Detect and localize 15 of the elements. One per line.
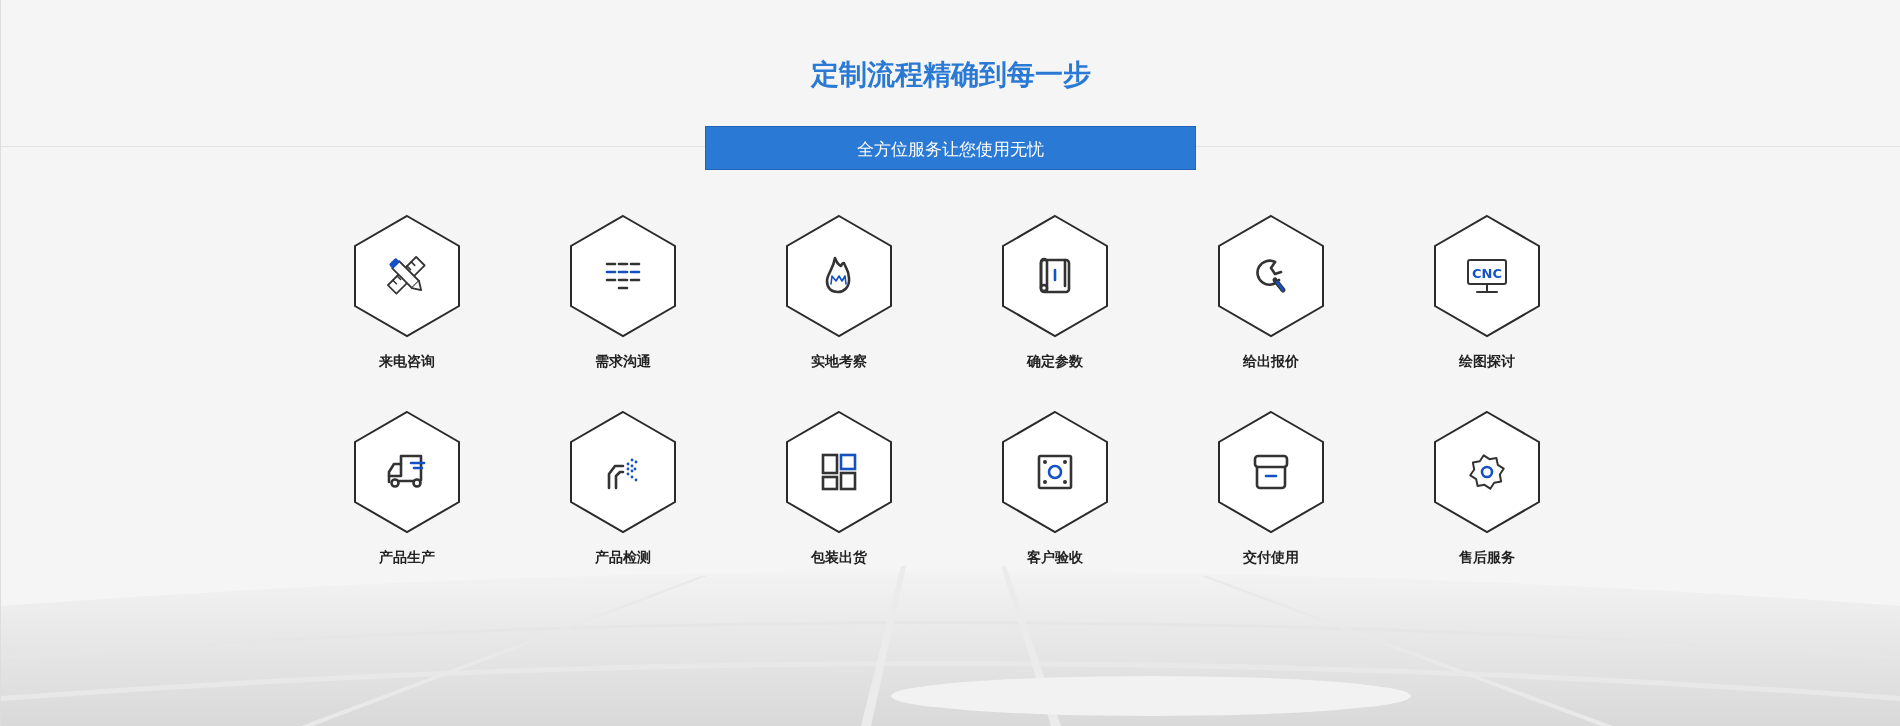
step-label: 售后服务	[1458, 548, 1515, 566]
step-label: 给出报价	[1242, 352, 1299, 370]
step-label: 交付使用	[1242, 548, 1299, 566]
step-label: 需求沟通	[594, 352, 651, 370]
step-label: 产品检测	[594, 548, 651, 566]
step-label: 实地考察	[810, 352, 867, 370]
step-label: 确定参数	[1026, 352, 1083, 370]
subtitle-banner: 全方位服务让您使用无忧	[705, 126, 1196, 170]
step-label: 来电咨询	[378, 352, 435, 370]
step-label: 包装出货	[810, 548, 867, 566]
monitor-text: CNC	[1471, 266, 1502, 281]
step-label: 绘图探讨	[1458, 352, 1515, 370]
step-label: 产品生产	[378, 548, 435, 566]
section-title: 定制流程精确到每一步	[810, 57, 1091, 93]
step-label: 客户验收	[1026, 548, 1083, 566]
